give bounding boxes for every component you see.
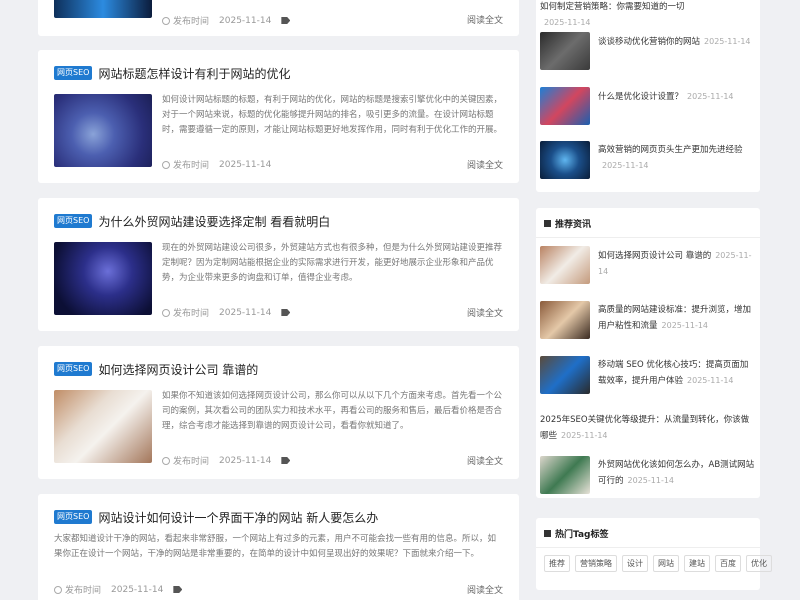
read-more-link[interactable]: 阅读全文 bbox=[467, 158, 503, 171]
sidebar-heading: 推荐资讯 bbox=[544, 217, 591, 230]
article-title[interactable]: 如何选择网页设计公司 靠谱的 bbox=[98, 361, 258, 378]
article-meta: 发布时间 2025-11-14 bbox=[162, 14, 291, 27]
clock-icon bbox=[162, 309, 170, 317]
sidebar-list-item[interactable]: 谈谈移动优化营销你的网站 2025-11-14 bbox=[540, 32, 756, 72]
sidebar-item-title[interactable]: 如何选择网页设计公司 靠谱的 bbox=[598, 251, 711, 261]
read-more-link[interactable]: 阅读全文 bbox=[467, 454, 503, 467]
category-badge[interactable]: 网页SEO bbox=[54, 362, 93, 376]
sidebar-list-item[interactable]: 如何制定营销策略：你需要知道的一切2025-11-14 bbox=[540, 0, 756, 27]
clock-icon bbox=[54, 586, 62, 594]
sidebar-latest-box: 如何制定营销策略：你需要知道的一切2025-11-14 谈谈移动优化营销你的网站… bbox=[536, 0, 760, 192]
tag-icon bbox=[544, 530, 551, 537]
tag-pill[interactable]: 百度 bbox=[715, 555, 741, 572]
clock-icon bbox=[162, 161, 170, 169]
category-badge[interactable]: 网页SEO bbox=[54, 214, 93, 228]
divider bbox=[536, 547, 760, 548]
article-date: 2025-11-14 bbox=[219, 15, 272, 26]
article-date: 2025-11-14 bbox=[111, 584, 164, 595]
tag-cloud: 推荐 营销策略 设计 网站 建站 百度 优化 bbox=[544, 555, 772, 572]
article-card[interactable]: 网页SEO 网站设计如何设计一个界面干净的网站 新人要怎么办 大家都知道设计干净… bbox=[38, 494, 519, 600]
sidebar-tags-box: 热门Tag标签 推荐 营销策略 设计 网站 建站 百度 优化 bbox=[536, 518, 772, 590]
tag-icon[interactable] bbox=[173, 586, 183, 593]
category-badge[interactable]: 网页SEO bbox=[54, 66, 93, 80]
tag-pill[interactable]: 优化 bbox=[746, 555, 772, 572]
article-excerpt: 大家都知道设计干净的网站，看起来非常舒服，一个网站上有过多的元素，用户不可能会找… bbox=[54, 534, 497, 559]
tag-pill[interactable]: 设计 bbox=[622, 555, 648, 572]
sidebar-thumbnail[interactable] bbox=[540, 32, 590, 70]
clock-icon bbox=[162, 17, 170, 25]
sidebar-list-item[interactable]: 高效营销的网页页头生产更加先进经验2025-11-14 bbox=[540, 141, 756, 181]
article-meta: 发布时间 2025-11-14 bbox=[162, 454, 291, 467]
sidebar-list-item[interactable]: 什么是优化设计设置？ 2025-11-14 bbox=[540, 87, 756, 127]
category-badge[interactable]: 网页SEO bbox=[54, 510, 93, 524]
article-meta: 发布时间 2025-11-14 bbox=[54, 583, 183, 596]
article-title[interactable]: 网站设计如何设计一个界面干净的网站 新人要怎么办 bbox=[98, 509, 378, 526]
sidebar-item-title[interactable]: 外贸网站优化该如何怎么办，AB测试网站可行的 bbox=[598, 460, 754, 486]
article-date: 2025-11-14 bbox=[219, 159, 272, 170]
sidebar-thumbnail[interactable] bbox=[540, 246, 590, 284]
article-meta: 发布时间 2025-11-14 bbox=[162, 158, 271, 171]
article-card-top[interactable]: 发布时间 2025-11-14 阅读全文 bbox=[38, 0, 519, 36]
tag-pill[interactable]: 营销策略 bbox=[575, 555, 617, 572]
article-thumbnail[interactable] bbox=[54, 390, 152, 463]
clock-icon bbox=[162, 457, 170, 465]
sidebar-item-title[interactable]: 谈谈移动优化营销你的网站 bbox=[598, 37, 700, 47]
sidebar-thumbnail[interactable] bbox=[540, 356, 590, 394]
article-thumbnail[interactable] bbox=[54, 94, 152, 167]
article-meta: 发布时间 2025-11-14 bbox=[162, 306, 291, 319]
sidebar-list-item[interactable]: 高质量的网站建设标准：提升浏览，增加用户粘性和流量 2025-11-14 bbox=[540, 301, 756, 341]
tag-icon[interactable] bbox=[281, 457, 291, 464]
article-excerpt: 现在的外贸网站建设公司很多，外贸建站方式也有很多种，但是为什么外贸网站建设更推荐… bbox=[162, 243, 502, 283]
tag-pill[interactable]: 网站 bbox=[653, 555, 679, 572]
sidebar-list-item[interactable]: 如何选择网页设计公司 靠谱的 2025-11-14 bbox=[540, 246, 756, 286]
sidebar-thumbnail[interactable] bbox=[540, 456, 590, 494]
article-card[interactable]: 网页SEO 为什么外贸网站建设要选择定制 看看就明白 现在的外贸网站建设公司很多… bbox=[38, 198, 519, 331]
tag-icon[interactable] bbox=[281, 309, 291, 316]
article-card[interactable]: 网页SEO 如何选择网页设计公司 靠谱的 如果你不知道该如何选择网页设计公司，那… bbox=[38, 346, 519, 479]
sidebar-list-item[interactable]: 2025年SEO关键优化等级提升：从流量到转化，你该做哪些 2025-11-14 bbox=[540, 411, 756, 451]
article-title[interactable]: 网站标题怎样设计有利于网站的优化 bbox=[98, 65, 290, 82]
article-thumbnail[interactable] bbox=[54, 242, 152, 315]
sidebar-item-title[interactable]: 什么是优化设计设置？ bbox=[598, 92, 683, 102]
sidebar-thumbnail[interactable] bbox=[540, 301, 590, 339]
sidebar-thumbnail[interactable] bbox=[540, 87, 590, 125]
sidebar-heading: 热门Tag标签 bbox=[544, 527, 609, 540]
article-card[interactable]: 网页SEO 网站标题怎样设计有利于网站的优化 如何设计网站标题的标题，有利于网站… bbox=[38, 50, 519, 183]
article-excerpt: 如果你不知道该如何选择网页设计公司，那么你可以从以下几个方面来考虑。首先看一个公… bbox=[162, 391, 502, 431]
sidebar-thumbnail[interactable] bbox=[540, 141, 590, 179]
divider bbox=[536, 237, 760, 238]
article-excerpt: 如何设计网站标题的标题，有利于网站的优化，网站的标题是搜索引擎优化中的关键因素，… bbox=[162, 95, 502, 135]
sidebar-item-title[interactable]: 高效营销的网页页头生产更加先进经验 bbox=[598, 145, 743, 155]
read-more-link[interactable]: 阅读全文 bbox=[467, 13, 503, 26]
article-title[interactable]: 为什么外贸网站建设要选择定制 看看就明白 bbox=[98, 213, 330, 230]
article-date: 2025-11-14 bbox=[219, 307, 272, 318]
read-more-link[interactable]: 阅读全文 bbox=[467, 583, 503, 596]
sidebar-item-title[interactable]: 如何制定营销策略：你需要知道的一切 bbox=[540, 2, 685, 12]
read-more-link[interactable]: 阅读全文 bbox=[467, 306, 503, 319]
sidebar-list-item[interactable]: 外贸网站优化该如何怎么办，AB测试网站可行的 2025-11-14 bbox=[540, 456, 756, 496]
sidebar-recommend-box: 推荐资讯 如何选择网页设计公司 靠谱的 2025-11-14 高质量的网站建设标准… bbox=[536, 208, 760, 498]
article-thumbnail[interactable] bbox=[54, 0, 152, 18]
tag-icon[interactable] bbox=[281, 17, 291, 24]
sidebar-list-item[interactable]: 移动端 SEO 优化核心技巧：提高页面加载效率，提升用户体验 2025-11-14 bbox=[540, 356, 756, 396]
tag-pill[interactable]: 建站 bbox=[684, 555, 710, 572]
tag-pill[interactable]: 推荐 bbox=[544, 555, 570, 572]
list-icon bbox=[544, 220, 551, 227]
article-date: 2025-11-14 bbox=[219, 455, 272, 466]
